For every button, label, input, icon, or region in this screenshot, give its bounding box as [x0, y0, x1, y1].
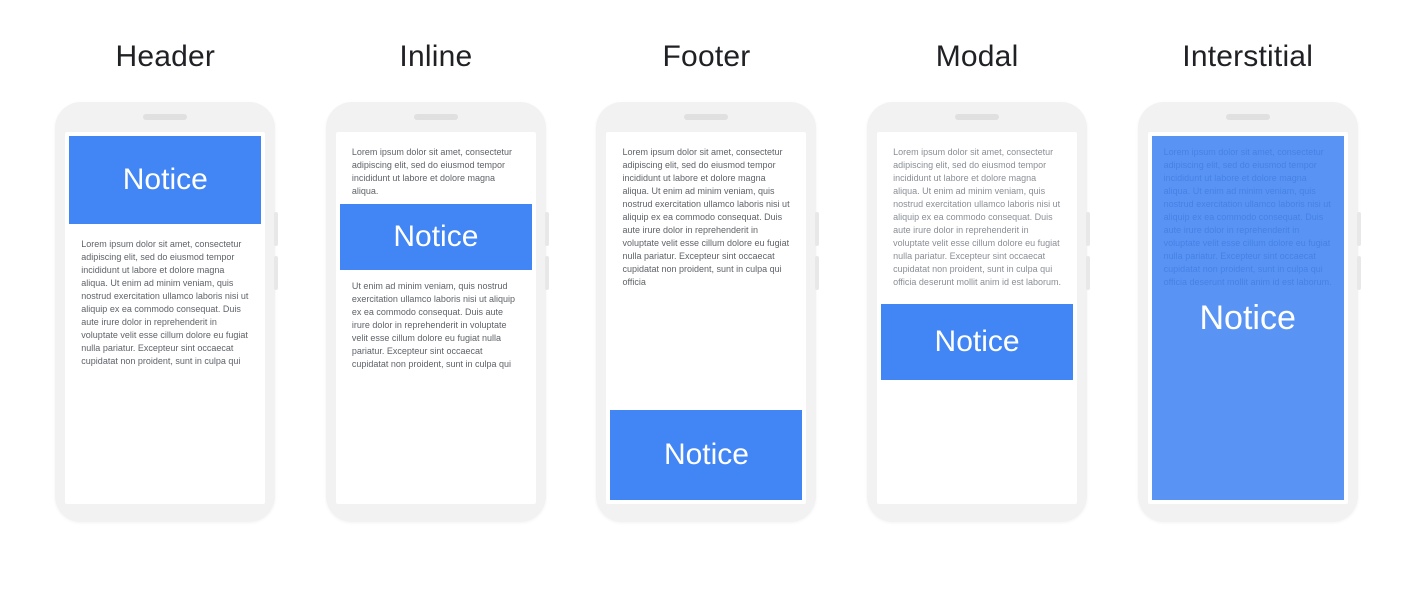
variant-modal: Modal Lorem ipsum dolor sit amet, consec… — [857, 40, 1097, 522]
phone-mockup: Lorem ipsum dolor sit amet, consectetur … — [596, 102, 816, 522]
phone-mockup: Lorem ipsum dolor sit amet, consectetur … — [326, 102, 546, 522]
variant-title: Interstitial — [1182, 40, 1313, 74]
notice-label: Notice — [123, 163, 208, 197]
body-text-bottom: Ut enim ad minim veniam, quis nostrud ex… — [336, 270, 536, 385]
variant-footer: Footer Lorem ipsum dolor sit amet, conse… — [586, 40, 826, 522]
notice-banner: Notice — [69, 136, 261, 224]
variant-title: Footer — [663, 40, 751, 74]
variant-title: Inline — [399, 40, 472, 74]
phone-screen: Lorem ipsum dolor sit amet, consectetur … — [336, 132, 536, 504]
notice-banner: Notice — [881, 304, 1073, 380]
body-text-top: Lorem ipsum dolor sit amet, consectetur … — [336, 132, 536, 204]
notice-banner: Notice — [610, 410, 802, 500]
notice-overlay: Notice — [1152, 136, 1344, 500]
phone-screen: Lorem ipsum dolor sit amet, consectetur … — [1148, 132, 1348, 504]
notice-label: Notice — [935, 325, 1020, 359]
variant-title: Modal — [936, 40, 1019, 74]
phone-screen: Lorem ipsum dolor sit amet, consectetur … — [877, 132, 1077, 504]
variant-title: Header — [116, 40, 216, 74]
phone-screen: Notice Lorem ipsum dolor sit amet, conse… — [65, 132, 265, 504]
body-text: Lorem ipsum dolor sit amet, consectetur … — [877, 132, 1077, 304]
notice-label: Notice — [1199, 299, 1295, 338]
body-text: Lorem ipsum dolor sit amet, consectetur … — [65, 224, 265, 382]
notice-label: Notice — [664, 438, 749, 472]
notice-banner: Notice — [340, 204, 532, 270]
phone-mockup: Lorem ipsum dolor sit amet, consectetur … — [1138, 102, 1358, 522]
phone-mockup: Lorem ipsum dolor sit amet, consectetur … — [867, 102, 1087, 522]
body-text: Lorem ipsum dolor sit amet, consectetur … — [606, 132, 806, 304]
phone-screen: Lorem ipsum dolor sit amet, consectetur … — [606, 132, 806, 504]
variant-header: Header Notice Lorem ipsum dolor sit amet… — [45, 40, 285, 522]
notice-label: Notice — [393, 220, 478, 254]
variant-inline: Inline Lorem ipsum dolor sit amet, conse… — [316, 40, 556, 522]
phone-mockup: Notice Lorem ipsum dolor sit amet, conse… — [55, 102, 275, 522]
diagram-row: Header Notice Lorem ipsum dolor sit amet… — [0, 0, 1413, 609]
variant-interstitial: Interstitial Lorem ipsum dolor sit amet,… — [1128, 40, 1368, 522]
